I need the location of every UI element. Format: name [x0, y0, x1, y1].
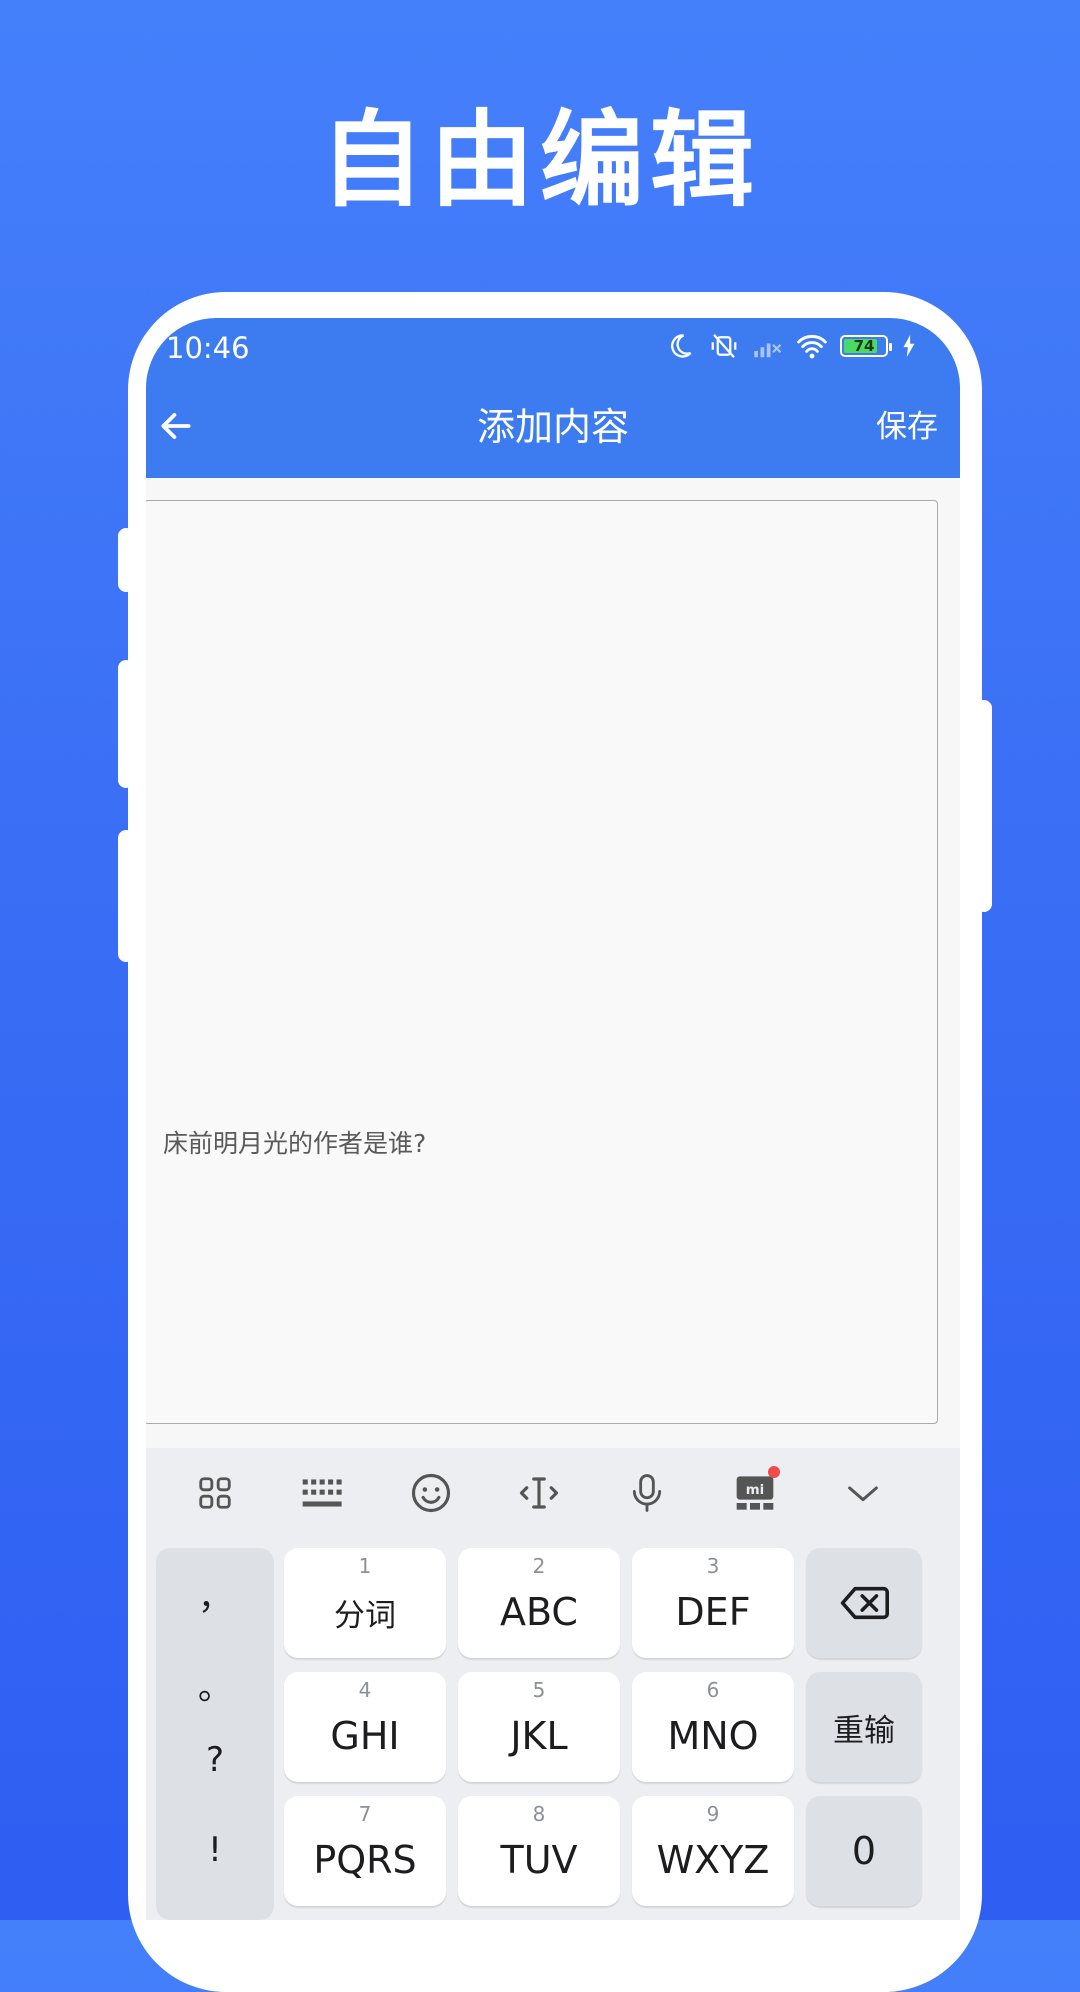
phone-side-button: [118, 660, 134, 788]
chevron-down-icon[interactable]: [840, 1470, 886, 1516]
battery-icon: 74: [840, 335, 892, 357]
mute-icon: [708, 330, 740, 362]
key-2[interactable]: 2 ABC: [458, 1548, 620, 1658]
wifi-icon: [796, 330, 828, 362]
key-7[interactable]: 7 PQRS: [284, 1796, 446, 1906]
editor-text: 床前明月光的作者是谁?: [163, 1129, 427, 1158]
charging-icon: [900, 330, 918, 362]
key-3[interactable]: 3 DEF: [632, 1548, 794, 1658]
signal-off-icon: [752, 330, 784, 362]
status-icons: 74: [664, 330, 918, 362]
phone-side-button: [118, 830, 134, 962]
moon-icon: [664, 330, 696, 362]
ime-keyboard: mi ， 。 ? ! 1 分词 2 ABC 3 DEF 4 GHI 5 JKL …: [146, 1448, 960, 1920]
notification-dot: [768, 1466, 780, 1478]
phone-side-button: [118, 528, 134, 592]
battery-level: 74: [853, 337, 875, 355]
punct-question[interactable]: ?: [156, 1740, 274, 1780]
status-time: 10:46: [166, 331, 250, 365]
key-9[interactable]: 9 WXYZ: [632, 1796, 794, 1906]
phone-screen: 10:46 74 添加内容 保存 床前明月光的作者是谁? mi ， 。 ? ! …: [146, 318, 960, 1920]
app-bar: 10:46 74 添加内容 保存: [146, 318, 960, 478]
key-6[interactable]: 6 MNO: [632, 1672, 794, 1782]
punct-exclaim[interactable]: !: [156, 1830, 274, 1870]
key-8[interactable]: 8 TUV: [458, 1796, 620, 1906]
page-title: 添加内容: [476, 405, 629, 449]
mi-icon[interactable]: mi: [732, 1466, 780, 1516]
svg-text:mi: mi: [746, 1483, 764, 1498]
cursor-icon[interactable]: [516, 1470, 562, 1516]
punct-comma[interactable]: ，: [156, 1570, 274, 1619]
reenter-key[interactable]: 重输: [806, 1672, 922, 1782]
keyboard-toolbar: mi: [146, 1448, 960, 1538]
punctuation-column[interactable]: ， 。 ? !: [156, 1548, 274, 1920]
keyboard-icon[interactable]: [300, 1470, 346, 1516]
key-1[interactable]: 1 分词: [284, 1548, 446, 1658]
save-button[interactable]: 保存: [876, 404, 938, 450]
microphone-icon[interactable]: [624, 1470, 670, 1516]
punct-period[interactable]: 。: [156, 1660, 274, 1709]
phone-side-button: [976, 700, 992, 912]
emoji-icon[interactable]: [408, 1470, 454, 1516]
key-4[interactable]: 4 GHI: [284, 1672, 446, 1782]
grid-icon[interactable]: [192, 1470, 238, 1516]
key-0[interactable]: 0: [806, 1796, 922, 1906]
backspace-key[interactable]: [806, 1548, 922, 1658]
headline: 自由编辑: [319, 99, 760, 221]
content-textarea[interactable]: 床前明月光的作者是谁?: [146, 500, 938, 1424]
key-5[interactable]: 5 JKL: [458, 1672, 620, 1782]
backspace-icon: [840, 1586, 889, 1620]
